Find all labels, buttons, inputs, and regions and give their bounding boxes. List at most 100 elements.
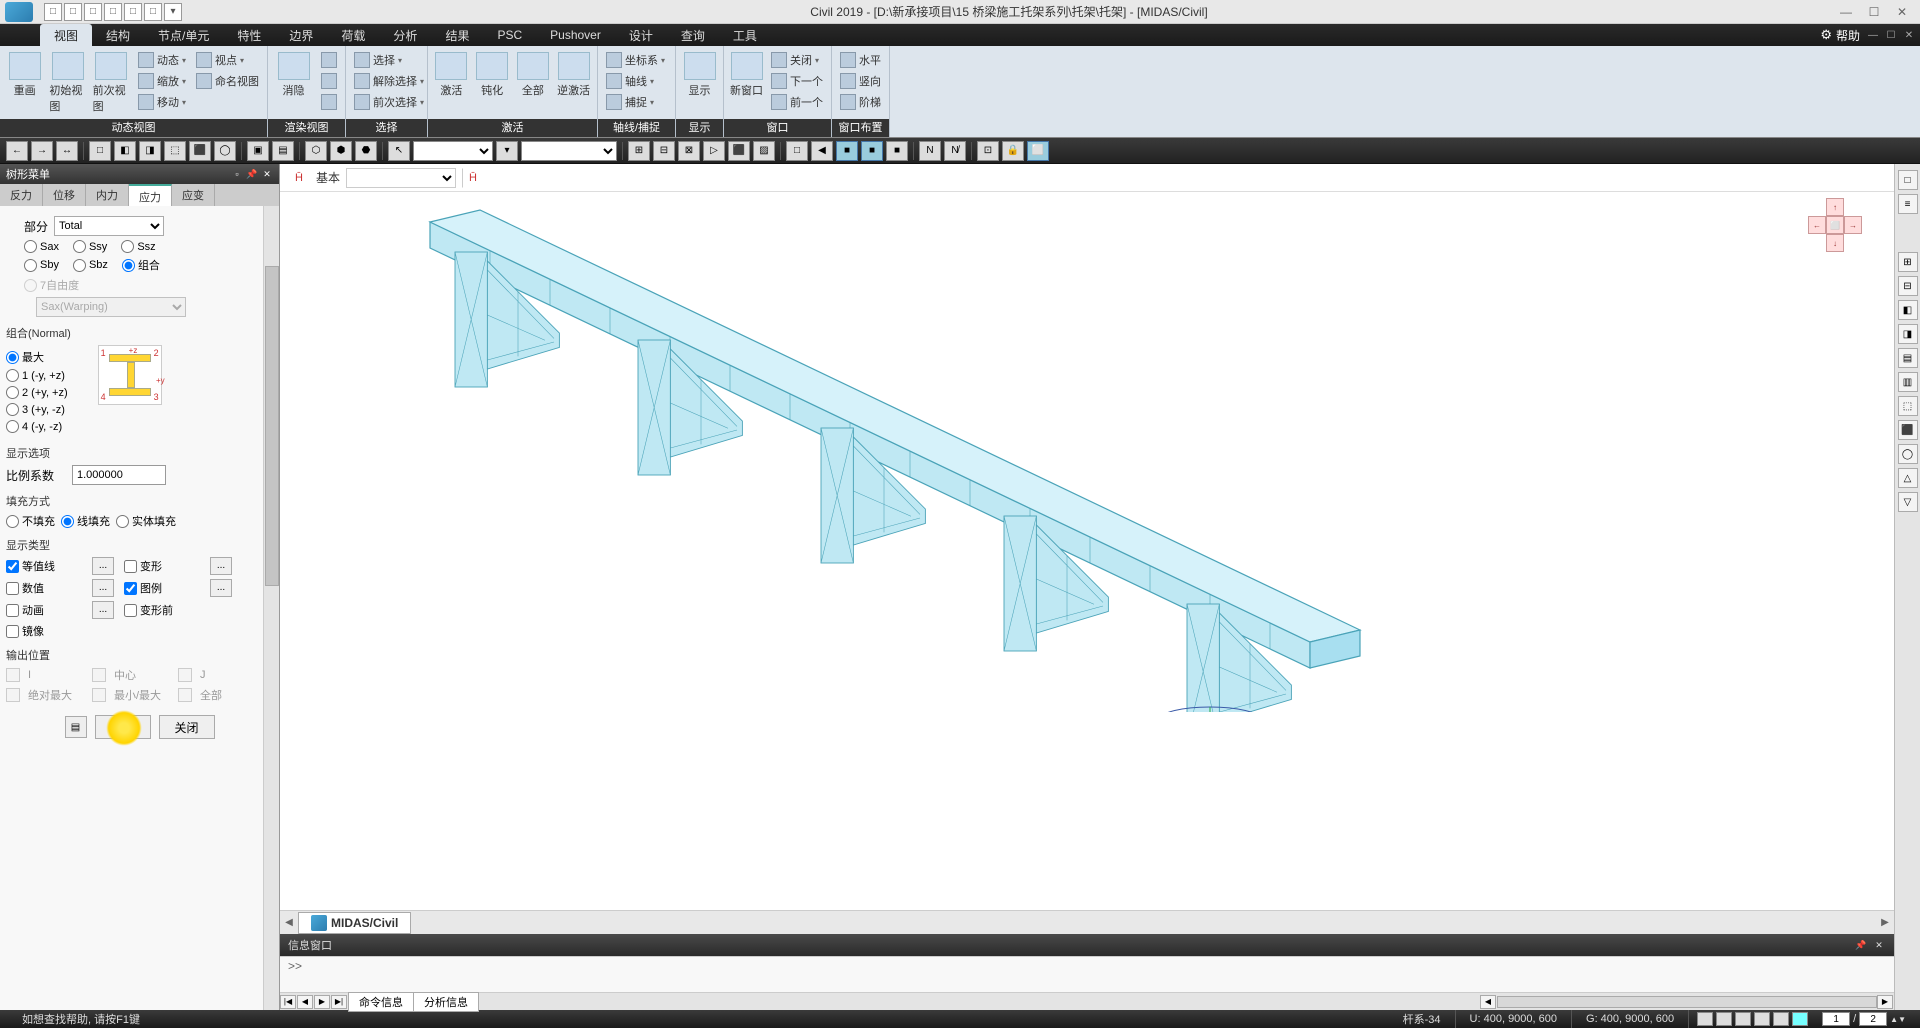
rt-btn[interactable]: ≡	[1898, 194, 1918, 214]
cascade-button[interactable]: 阶梯	[836, 92, 885, 112]
tool-btn[interactable]: □	[89, 141, 111, 161]
close-window-button[interactable]: 关闭▾	[767, 50, 827, 70]
tab-tools[interactable]: 工具	[719, 24, 771, 47]
radio-nofill[interactable]: 不填充	[6, 513, 55, 529]
tool-btn[interactable]: ⬣	[355, 141, 377, 161]
view-icon[interactable]: H̄	[288, 168, 310, 188]
cmd-tab-info[interactable]: 命令信息	[348, 992, 414, 1012]
rt-btn[interactable]: ⬚	[1898, 396, 1918, 416]
mdi-close[interactable]: ✕	[1902, 28, 1916, 42]
check-animate[interactable]: 动画	[6, 602, 86, 618]
check-undeformed[interactable]: 变形前	[124, 602, 204, 618]
tree-scrollbar[interactable]	[263, 206, 279, 1010]
doc-tab-next[interactable]: ▶	[1876, 917, 1894, 928]
mdi-minimize[interactable]: —	[1866, 28, 1880, 42]
cmd-nav-last[interactable]: ▶|	[331, 995, 347, 1009]
tree-tab-reaction[interactable]: 反力	[0, 184, 43, 206]
tool-btn[interactable]: →	[31, 141, 53, 161]
tool-btn[interactable]: □	[786, 141, 808, 161]
tab-analysis[interactable]: 分析	[379, 24, 431, 47]
radio-linefill[interactable]: 线填充	[61, 513, 110, 529]
tree-tab-strain[interactable]: 应变	[172, 184, 215, 206]
view-icon-2[interactable]: H̄	[462, 168, 484, 188]
tool-btn[interactable]: ⬡	[305, 141, 327, 161]
tab-boundary[interactable]: 边界	[275, 24, 327, 47]
tool-btn[interactable]: ←	[6, 141, 28, 161]
tool-btn[interactable]: N	[919, 141, 941, 161]
rt-btn[interactable]: ◧	[1898, 300, 1918, 320]
cmd-nav-first[interactable]: |◀	[280, 995, 296, 1009]
rt-btn[interactable]: ◯	[1898, 444, 1918, 464]
activate-button[interactable]: 激活	[432, 50, 471, 100]
radio-c4[interactable]: 4 (-y, -z)	[6, 420, 62, 433]
status-btn[interactable]	[1735, 1012, 1751, 1026]
check-deform[interactable]: 变形	[124, 558, 204, 574]
rt-btn[interactable]: △	[1898, 468, 1918, 488]
viewpoint-button[interactable]: 视点▾	[192, 50, 263, 70]
hidden-button[interactable]: 消隐	[272, 50, 315, 100]
cmd-scroll-left[interactable]: ◀	[1480, 995, 1496, 1009]
minimize-button[interactable]: —	[1836, 4, 1856, 20]
qat-btn[interactable]: □	[64, 3, 82, 21]
tree-close-icon[interactable]: ✕	[261, 168, 273, 180]
named-view-button[interactable]: 命名视图	[192, 71, 263, 91]
tool-btn[interactable]: ↔	[56, 141, 78, 161]
tab-query[interactable]: 查询	[667, 24, 719, 47]
rt-btn[interactable]: ▽	[1898, 492, 1918, 512]
opts-value[interactable]: ...	[92, 579, 114, 597]
opts-contour[interactable]: ...	[92, 557, 114, 575]
tree-pin-icon[interactable]: ▫	[231, 168, 243, 180]
check-value[interactable]: 数值	[6, 580, 86, 596]
qat-btn[interactable]: □	[104, 3, 122, 21]
tool-btn[interactable]: ▣	[247, 141, 269, 161]
radio-max[interactable]: 最大	[6, 349, 44, 365]
doc-tab-prev[interactable]: ◀	[280, 917, 298, 928]
redraw-button[interactable]: 重画	[4, 50, 45, 100]
radio-solidfill[interactable]: 实体填充	[116, 513, 176, 529]
tool-btn[interactable]: N̸	[944, 141, 966, 161]
tool-btn[interactable]: ⊟	[653, 141, 675, 161]
tab-design[interactable]: 设计	[615, 24, 667, 47]
tab-node-element[interactable]: 节点/单元	[144, 24, 223, 47]
radio-sby[interactable]: Sby	[24, 259, 59, 272]
coord-button[interactable]: 坐标系▾	[602, 50, 669, 70]
render-opt-3[interactable]	[317, 92, 341, 112]
inverse-activate-button[interactable]: 逆激活	[554, 50, 593, 100]
tile-h-button[interactable]: 水平	[836, 50, 885, 70]
page-current[interactable]	[1822, 1012, 1850, 1026]
tool-combo[interactable]	[413, 141, 493, 161]
new-window-button[interactable]: 新窗口	[728, 50, 765, 100]
status-btn[interactable]	[1792, 1012, 1808, 1026]
status-btn[interactable]	[1773, 1012, 1789, 1026]
maximize-button[interactable]: ☐	[1864, 4, 1884, 20]
prev-select-button[interactable]: 前次选择▾	[350, 92, 428, 112]
radio-ssz[interactable]: Ssz	[121, 240, 155, 253]
help-menu[interactable]: ⚙帮助	[1820, 27, 1860, 44]
tool-btn[interactable]: ⬢	[330, 141, 352, 161]
apply-button[interactable]: 适用	[95, 715, 151, 739]
cmd-nav-next[interactable]: ▶	[314, 995, 330, 1009]
tab-structure[interactable]: 结构	[92, 24, 144, 47]
tool-btn[interactable]: ◯	[214, 141, 236, 161]
tool-btn[interactable]: ⊠	[678, 141, 700, 161]
inactivate-button[interactable]: 钝化	[473, 50, 512, 100]
status-btn[interactable]	[1716, 1012, 1732, 1026]
tool-btn[interactable]: ⊞	[628, 141, 650, 161]
mdi-restore[interactable]: ☐	[1884, 28, 1898, 42]
tool-btn[interactable]: ⬜	[1027, 141, 1049, 161]
snap-button[interactable]: 捕捉▾	[602, 92, 669, 112]
model-canvas[interactable]: ↑ ←⬜→ ↓	[280, 192, 1894, 910]
tab-properties[interactable]: 特性	[223, 24, 275, 47]
tool-btn[interactable]: ■	[886, 141, 908, 161]
tool-btn[interactable]: ▤	[272, 141, 294, 161]
tool-btn[interactable]: ▨	[753, 141, 775, 161]
tab-results[interactable]: 结果	[431, 24, 483, 47]
tool-btn[interactable]: ↖	[388, 141, 410, 161]
orientation-cube[interactable]: ↑ ←⬜→ ↓	[1808, 198, 1864, 254]
rt-btn[interactable]: ⊟	[1898, 276, 1918, 296]
close-panel-button[interactable]: 关闭	[159, 715, 215, 739]
cmd-scroll-right[interactable]: ▶	[1877, 995, 1893, 1009]
status-btn[interactable]	[1697, 1012, 1713, 1026]
radio-c2[interactable]: 2 (+y, +z)	[6, 386, 68, 399]
rt-btn[interactable]: ⊞	[1898, 252, 1918, 272]
